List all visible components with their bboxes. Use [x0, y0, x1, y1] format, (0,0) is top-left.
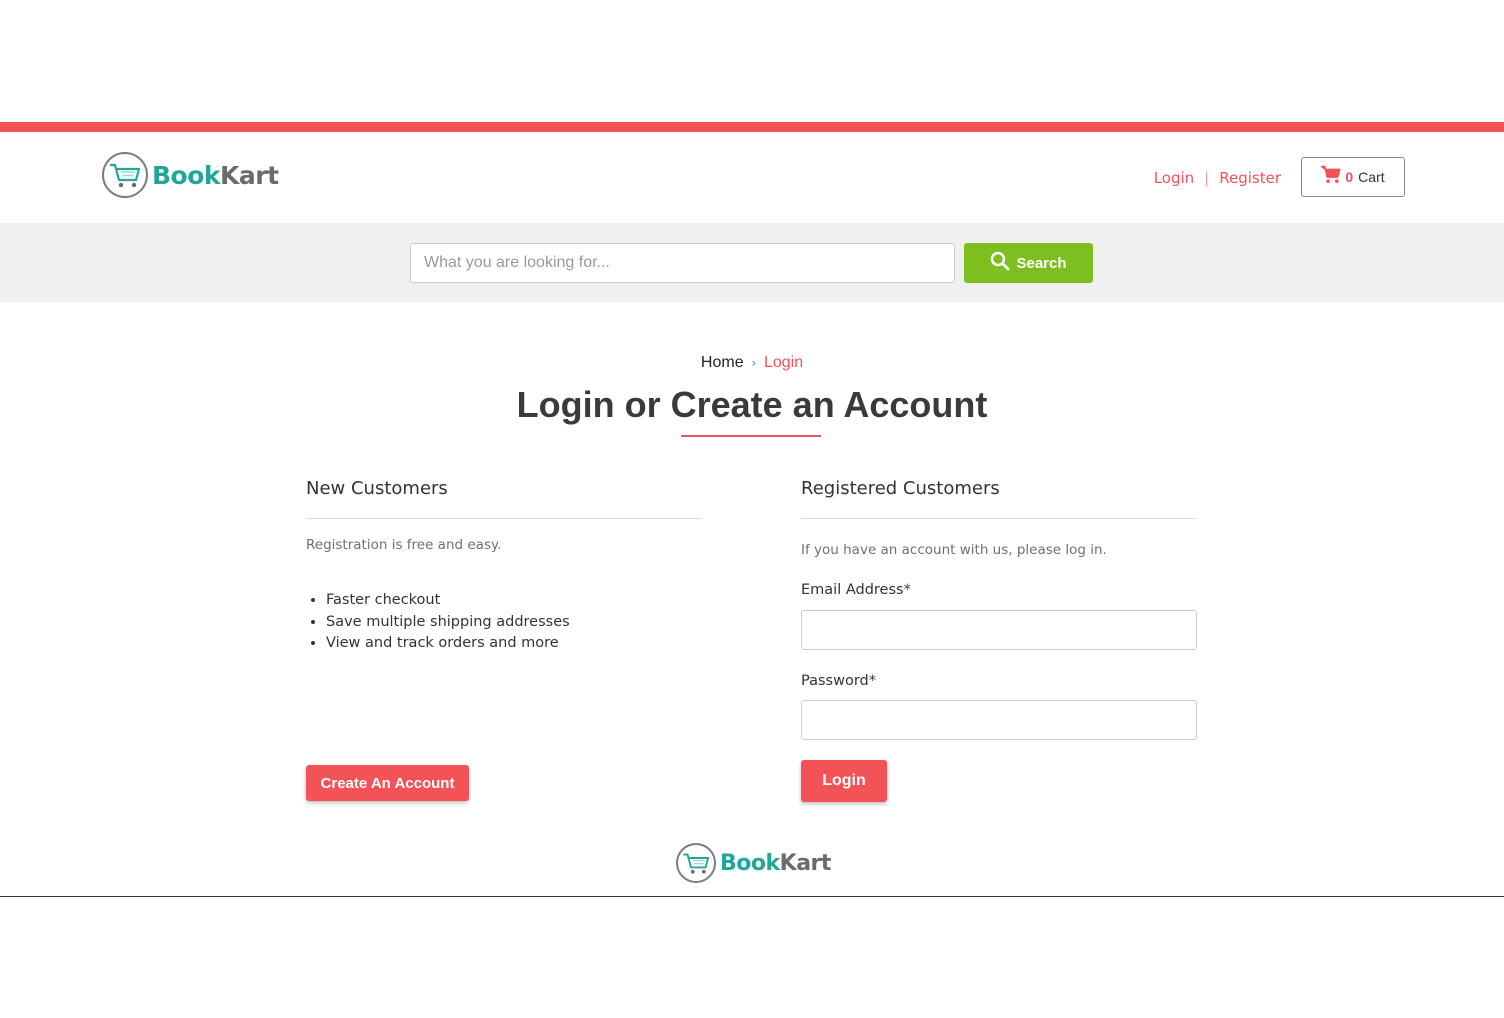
brand-name-book: Book — [152, 160, 221, 190]
list-item: Faster checkout — [326, 592, 702, 614]
cart-button[interactable]: 0 Cart — [1301, 157, 1405, 197]
email-label: Email Address* — [801, 582, 911, 598]
search-input[interactable] — [410, 243, 955, 283]
search-bar: Search — [0, 223, 1504, 302]
footer-brand-wordmark: BookKart — [720, 851, 831, 876]
top-accent-bar — [0, 122, 1504, 132]
new-customers-section: New Customers Registration is free and e… — [306, 478, 702, 657]
header-register-link[interactable]: Register — [1219, 169, 1281, 187]
brand-name-book: Book — [720, 850, 780, 876]
breadcrumb-home[interactable]: Home — [701, 354, 744, 371]
brand-name-kart: Kart — [779, 850, 832, 876]
magnifier-icon — [990, 251, 1016, 275]
shopping-cart-logo-icon — [676, 843, 716, 883]
auth-separator: | — [1204, 169, 1210, 187]
search-button[interactable]: Search — [964, 243, 1093, 283]
cart-count: 0 — [1345, 169, 1354, 185]
login-button[interactable]: Login — [801, 760, 887, 802]
breadcrumb-current: Login — [763, 354, 804, 371]
list-item: View and track orders and more — [326, 635, 702, 657]
create-account-button[interactable]: Create An Account — [306, 765, 469, 801]
header-login-link[interactable]: Login — [1154, 169, 1194, 187]
shopping-cart-icon — [1321, 165, 1341, 189]
search-button-label: Search — [1016, 254, 1067, 272]
new-customers-heading: New Customers — [306, 478, 702, 519]
chevron-right-icon: › — [751, 355, 756, 370]
cart-label: Cart — [1358, 169, 1385, 185]
brand-wordmark: BookKart — [152, 161, 279, 190]
brand-logo[interactable]: BookKart — [102, 152, 279, 198]
page-title: Login or Create an Account — [516, 384, 988, 425]
title-underline — [681, 435, 821, 437]
brand-name-kart: Kart — [220, 160, 279, 190]
password-field[interactable] — [801, 700, 1197, 740]
password-label: Password* — [801, 673, 876, 689]
auth-links: Login | Register — [1154, 169, 1281, 187]
new-customers-intro: Registration is free and easy. — [306, 537, 502, 553]
site-header: BookKart Login | Register 0 Cart — [0, 132, 1504, 223]
registered-customers-section: Registered Customers If you have an acco… — [801, 478, 1197, 740]
registered-customers-intro: If you have an account with us, please l… — [801, 542, 1107, 558]
email-field[interactable] — [801, 610, 1197, 650]
benefits-list: Faster checkout Save multiple shipping a… — [326, 592, 702, 657]
footer-brand-logo[interactable]: BookKart — [676, 843, 831, 883]
breadcrumb: Home › Login — [0, 354, 1504, 372]
footer-divider — [0, 896, 1504, 897]
shopping-cart-logo-icon — [102, 152, 148, 198]
list-item: Save multiple shipping addresses — [326, 614, 702, 636]
registered-customers-heading: Registered Customers — [801, 478, 1197, 519]
